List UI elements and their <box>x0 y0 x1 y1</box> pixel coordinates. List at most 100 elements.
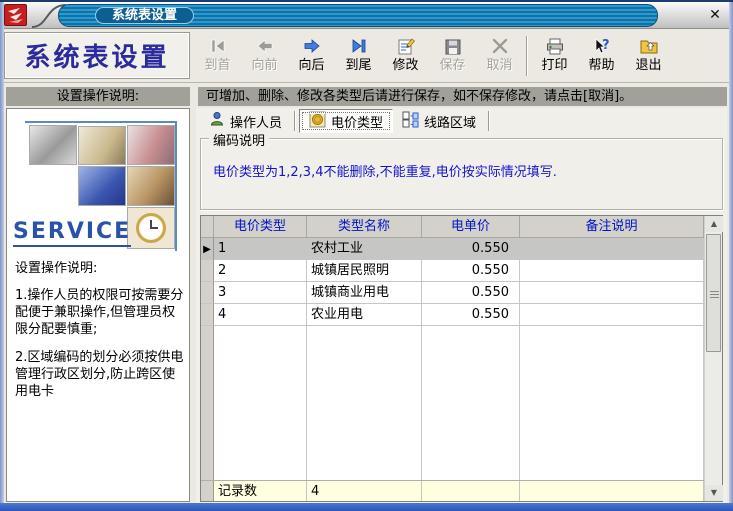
toolbar-button-label: 修改 <box>392 57 418 75</box>
table-row[interactable]: 4 农业用电 0.550 <box>201 304 704 326</box>
titlebar: 系统表设置 ✕ <box>0 2 733 29</box>
window-border-bottom <box>0 503 733 511</box>
close-button[interactable]: ✕ <box>705 6 725 24</box>
cell-price-type[interactable]: 4 <box>214 304 307 326</box>
tab-label: 操作人员 <box>230 112 282 131</box>
table-footer-row: 记录数 4 <box>201 480 704 501</box>
groupbox-text: 电价类型为1,2,3,4不能删除,不能重复,电价按实际情况填写. <box>213 161 557 180</box>
cell-unit-price[interactable]: 0.550 <box>422 260 520 282</box>
decor-line-horizontal <box>25 121 175 123</box>
table-grid: 电价类型 类型名称 电单价 备注说明 ▶ 1 农村工业 0.550 2 城镇居民… <box>201 216 704 501</box>
scrollbar-grip-icon <box>710 291 719 299</box>
column-header[interactable]: 电价类型 <box>214 216 307 238</box>
coding-note-groupbox: 编码说明 电价类型为1,2,3,4不能删除,不能重复,电价按实际情况填写. <box>200 138 723 210</box>
groupbox-title: 编码说明 <box>209 130 269 149</box>
step-first-icon <box>208 35 228 57</box>
row-indicator <box>201 481 214 501</box>
toolbar-button-next[interactable]: 向后 <box>288 32 335 80</box>
instruction-item-1: 1.操作人员的权限可按需要分配便于兼职操作,但管理员权限分配要慎重; <box>15 287 185 338</box>
cell-note[interactable] <box>520 304 704 326</box>
toolbar-button-first[interactable]: 到首 <box>194 32 241 80</box>
toolbar-button-save[interactable]: 保存 <box>429 32 476 80</box>
window: 系统表设置 ✕ 系统表设置 到首 <box>0 0 733 511</box>
record-count-value: 4 <box>307 481 422 501</box>
column-header[interactable]: 类型名称 <box>307 216 422 238</box>
toolbar-button-print[interactable]: 打印 <box>531 32 578 80</box>
scroll-up-icon[interactable]: ▲ <box>705 216 723 232</box>
row-indicator <box>201 326 214 480</box>
vertical-scrollbar[interactable]: ▲ ▼ <box>704 216 722 501</box>
cell-unit-price[interactable]: 0.550 <box>422 282 520 304</box>
table-row[interactable]: 2 城镇居民照明 0.550 <box>201 260 704 282</box>
header-row: 系统表设置 到首 向前 <box>4 30 729 83</box>
column-header[interactable]: 备注说明 <box>520 216 704 238</box>
window-title: 系统表设置 <box>95 7 194 24</box>
table-row[interactable]: 3 城镇商业用电 0.550 <box>201 282 704 304</box>
toolbar-button-help[interactable]: ? 帮助 <box>578 32 625 80</box>
toolbar-button-label: 向前 <box>251 57 277 75</box>
toolbar-button-modify[interactable]: 修改 <box>382 32 429 80</box>
clock-icon <box>136 213 166 243</box>
cell-type-name[interactable]: 农业用电 <box>307 304 422 326</box>
tab-separator <box>488 111 490 131</box>
scrollbar-thumb[interactable] <box>706 234 721 352</box>
step-last-icon <box>349 35 369 57</box>
cell-note[interactable] <box>520 260 704 282</box>
floppy-disk-icon <box>443 35 463 57</box>
row-indicator <box>201 304 214 326</box>
empty-cell <box>307 326 422 480</box>
tab-line-regions[interactable]: + + 线路区域 <box>393 110 485 132</box>
toolbar-button-label: 到首 <box>204 57 230 75</box>
arrow-left-icon <box>255 35 275 57</box>
toolbar-button-label: 到尾 <box>345 57 371 75</box>
tab-operators[interactable]: 操作人员 <box>200 110 291 132</box>
toolbar: 到首 向前 向后 <box>194 30 672 82</box>
person-icon <box>209 111 225 131</box>
record-count-label: 记录数 <box>214 481 307 501</box>
toolbar-button-label: 保存 <box>439 57 465 75</box>
table-row[interactable]: ▶ 1 农村工业 0.550 <box>201 238 704 260</box>
collage-image-tools <box>29 125 77 165</box>
price-type-table: 电价类型 类型名称 电单价 备注说明 ▶ 1 农村工业 0.550 2 城镇居民… <box>200 215 723 502</box>
scroll-down-icon[interactable]: ▼ <box>705 485 723 501</box>
footer-empty-cell <box>422 481 520 501</box>
row-indicator: ▶ <box>201 238 214 260</box>
coin-icon <box>309 111 326 132</box>
cell-note[interactable] <box>520 282 704 304</box>
column-header[interactable]: 电单价 <box>422 216 520 238</box>
row-indicator <box>201 282 214 304</box>
cell-unit-price[interactable]: 0.550 <box>422 304 520 326</box>
instruction-item-2: 2.区域编码的划分必须按供电管理行政区划分,防止跨区使用电卡 <box>15 349 185 400</box>
toolbar-button-exit[interactable]: 退出 <box>625 32 672 80</box>
cell-type-name[interactable]: 城镇居民照明 <box>307 260 422 282</box>
cancel-x-icon <box>490 35 510 57</box>
collage-image-business <box>127 166 175 206</box>
tab-label: 线路区域 <box>424 112 476 131</box>
tab-price-types[interactable]: 电价类型 <box>299 109 393 133</box>
printer-icon <box>545 35 565 57</box>
table-header-row: 电价类型 类型名称 电单价 备注说明 <box>201 216 704 238</box>
titlebar-band: 系统表设置 <box>58 4 658 27</box>
toolbar-button-label: 退出 <box>635 57 661 75</box>
toolbar-button-last[interactable]: 到尾 <box>335 32 382 80</box>
cell-type-name[interactable]: 城镇商业用电 <box>307 282 422 304</box>
cell-unit-price[interactable]: 0.550 <box>422 238 520 260</box>
toolbar-button-prev[interactable]: 向前 <box>241 32 288 80</box>
toolbar-button-cancel[interactable]: 取消 <box>476 32 523 80</box>
notice-bar: 可增加、删除、修改各类型后请进行保存，如不保存修改，请点击[取消]。 <box>198 87 727 106</box>
decor-line-vertical <box>175 121 177 251</box>
toolbar-separator <box>526 36 528 76</box>
app-logo-icon <box>4 4 27 26</box>
arrow-right-icon <box>302 35 322 57</box>
sidebar: SERVICE 设置操作说明: 1.操作人员的权限可按需要分配便于兼职操作,但管… <box>6 108 190 502</box>
page-title: 系统表设置 <box>4 32 190 79</box>
empty-cell <box>520 326 704 480</box>
pages-plus-icon: + + <box>402 111 419 132</box>
cell-price-type[interactable]: 1 <box>214 238 307 260</box>
cell-price-type[interactable]: 3 <box>214 282 307 304</box>
cell-price-type[interactable]: 2 <box>214 260 307 282</box>
toolbar-button-label: 向后 <box>298 57 324 75</box>
window-border-right <box>729 2 733 511</box>
cell-type-name[interactable]: 农村工业 <box>307 238 422 260</box>
cell-note[interactable] <box>520 238 704 260</box>
